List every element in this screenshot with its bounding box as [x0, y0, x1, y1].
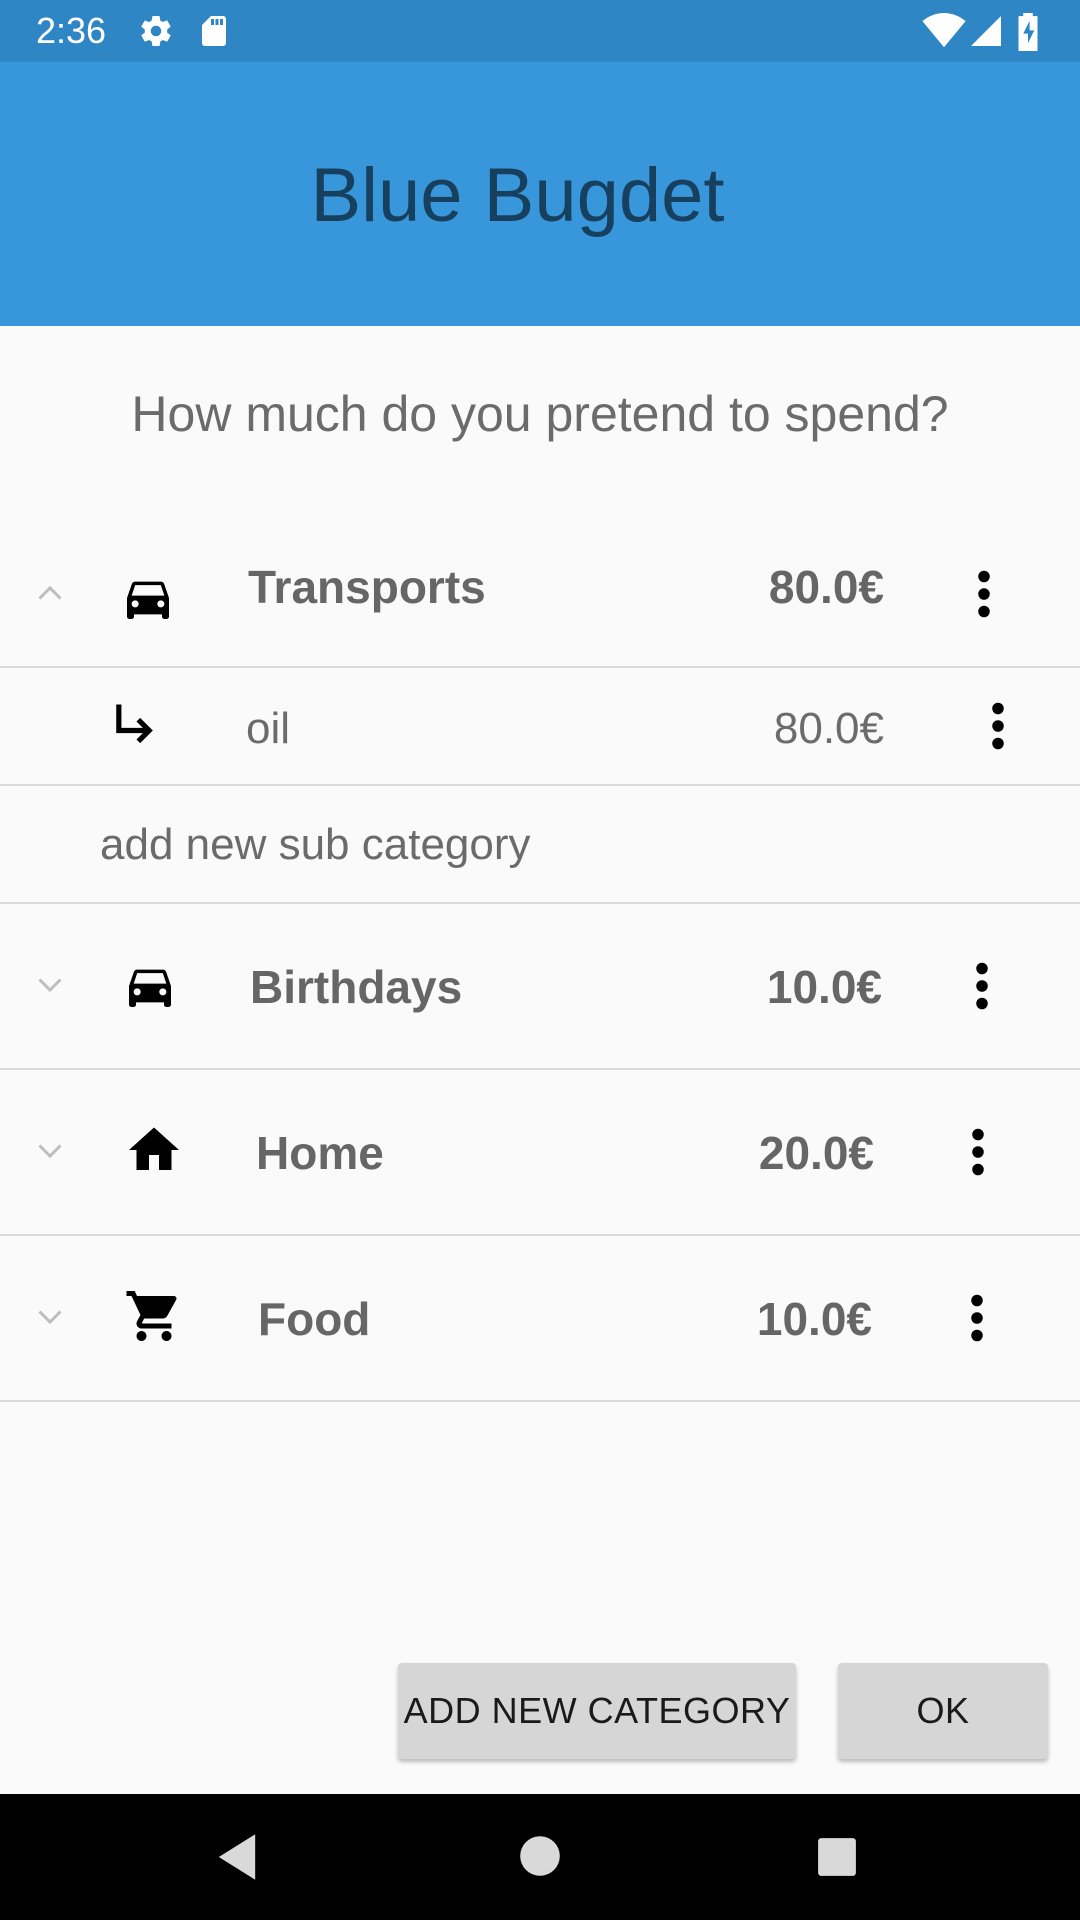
app-title: Blue Bugdet [310, 153, 725, 238]
home-nav-icon[interactable] [518, 1834, 562, 1883]
category-amount: 20.0€ [758, 1127, 874, 1179]
category-name: Home [256, 1127, 384, 1179]
more-options-icon[interactable] [956, 1122, 1000, 1187]
category-row-transports[interactable]: Transports 80.0€ [0, 530, 1080, 668]
car-icon [120, 570, 176, 631]
category-name: Food [258, 1293, 371, 1345]
category-amount: 10.0€ [766, 961, 882, 1013]
wifi-icon [922, 13, 966, 54]
budget-question: How much do you pretend to spend? [131, 386, 949, 442]
back-icon[interactable] [214, 1832, 260, 1887]
chevron-up-icon[interactable] [32, 576, 68, 617]
sd-card-icon [196, 13, 232, 54]
category-name: Birthdays [250, 961, 463, 1013]
category-row-home[interactable]: Home 20.0€ [0, 1070, 1080, 1236]
category-row-food[interactable]: Food 10.0€ [0, 1236, 1080, 1402]
add-subcategory-row[interactable]: add new sub category [0, 786, 1080, 904]
chevron-down-icon[interactable] [32, 1132, 68, 1173]
home-icon [124, 1120, 184, 1185]
signal-icon [968, 13, 1004, 54]
settings-icon [138, 13, 174, 54]
add-new-category-button[interactable]: ADD NEW CATEGORY [398, 1663, 796, 1759]
status-bar: 2:36 [0, 0, 1080, 62]
car-icon [122, 958, 178, 1019]
subcategory-name: oil [246, 704, 291, 753]
subcategory-row-oil[interactable]: oil 80.0€ [0, 668, 1080, 786]
chevron-down-icon[interactable] [32, 1298, 68, 1339]
chevron-down-icon[interactable] [32, 966, 68, 1007]
category-amount: 10.0€ [756, 1293, 872, 1345]
more-options-icon[interactable] [976, 696, 1020, 761]
subcategory-amount: 80.0€ [773, 704, 884, 753]
shopping-cart-icon [124, 1286, 184, 1351]
category-amount: 80.0€ [768, 561, 884, 613]
more-options-icon[interactable] [955, 1288, 999, 1353]
status-time: 2:36 [36, 10, 107, 51]
recents-icon[interactable] [816, 1836, 858, 1883]
add-subcategory-label[interactable]: add new sub category [100, 820, 531, 870]
battery-charging-icon [1016, 13, 1040, 56]
app-bar: Blue Bugdet [0, 62, 1080, 326]
category-row-birthdays[interactable]: Birthdays 10.0€ [0, 904, 1080, 1070]
more-options-icon[interactable] [962, 564, 1006, 629]
more-options-icon[interactable] [960, 956, 1004, 1021]
navigation-bar [0, 1794, 1080, 1920]
subdirectory-arrow-icon [108, 698, 160, 755]
category-name: Transports [248, 561, 486, 613]
ok-button[interactable]: OK [838, 1663, 1048, 1759]
